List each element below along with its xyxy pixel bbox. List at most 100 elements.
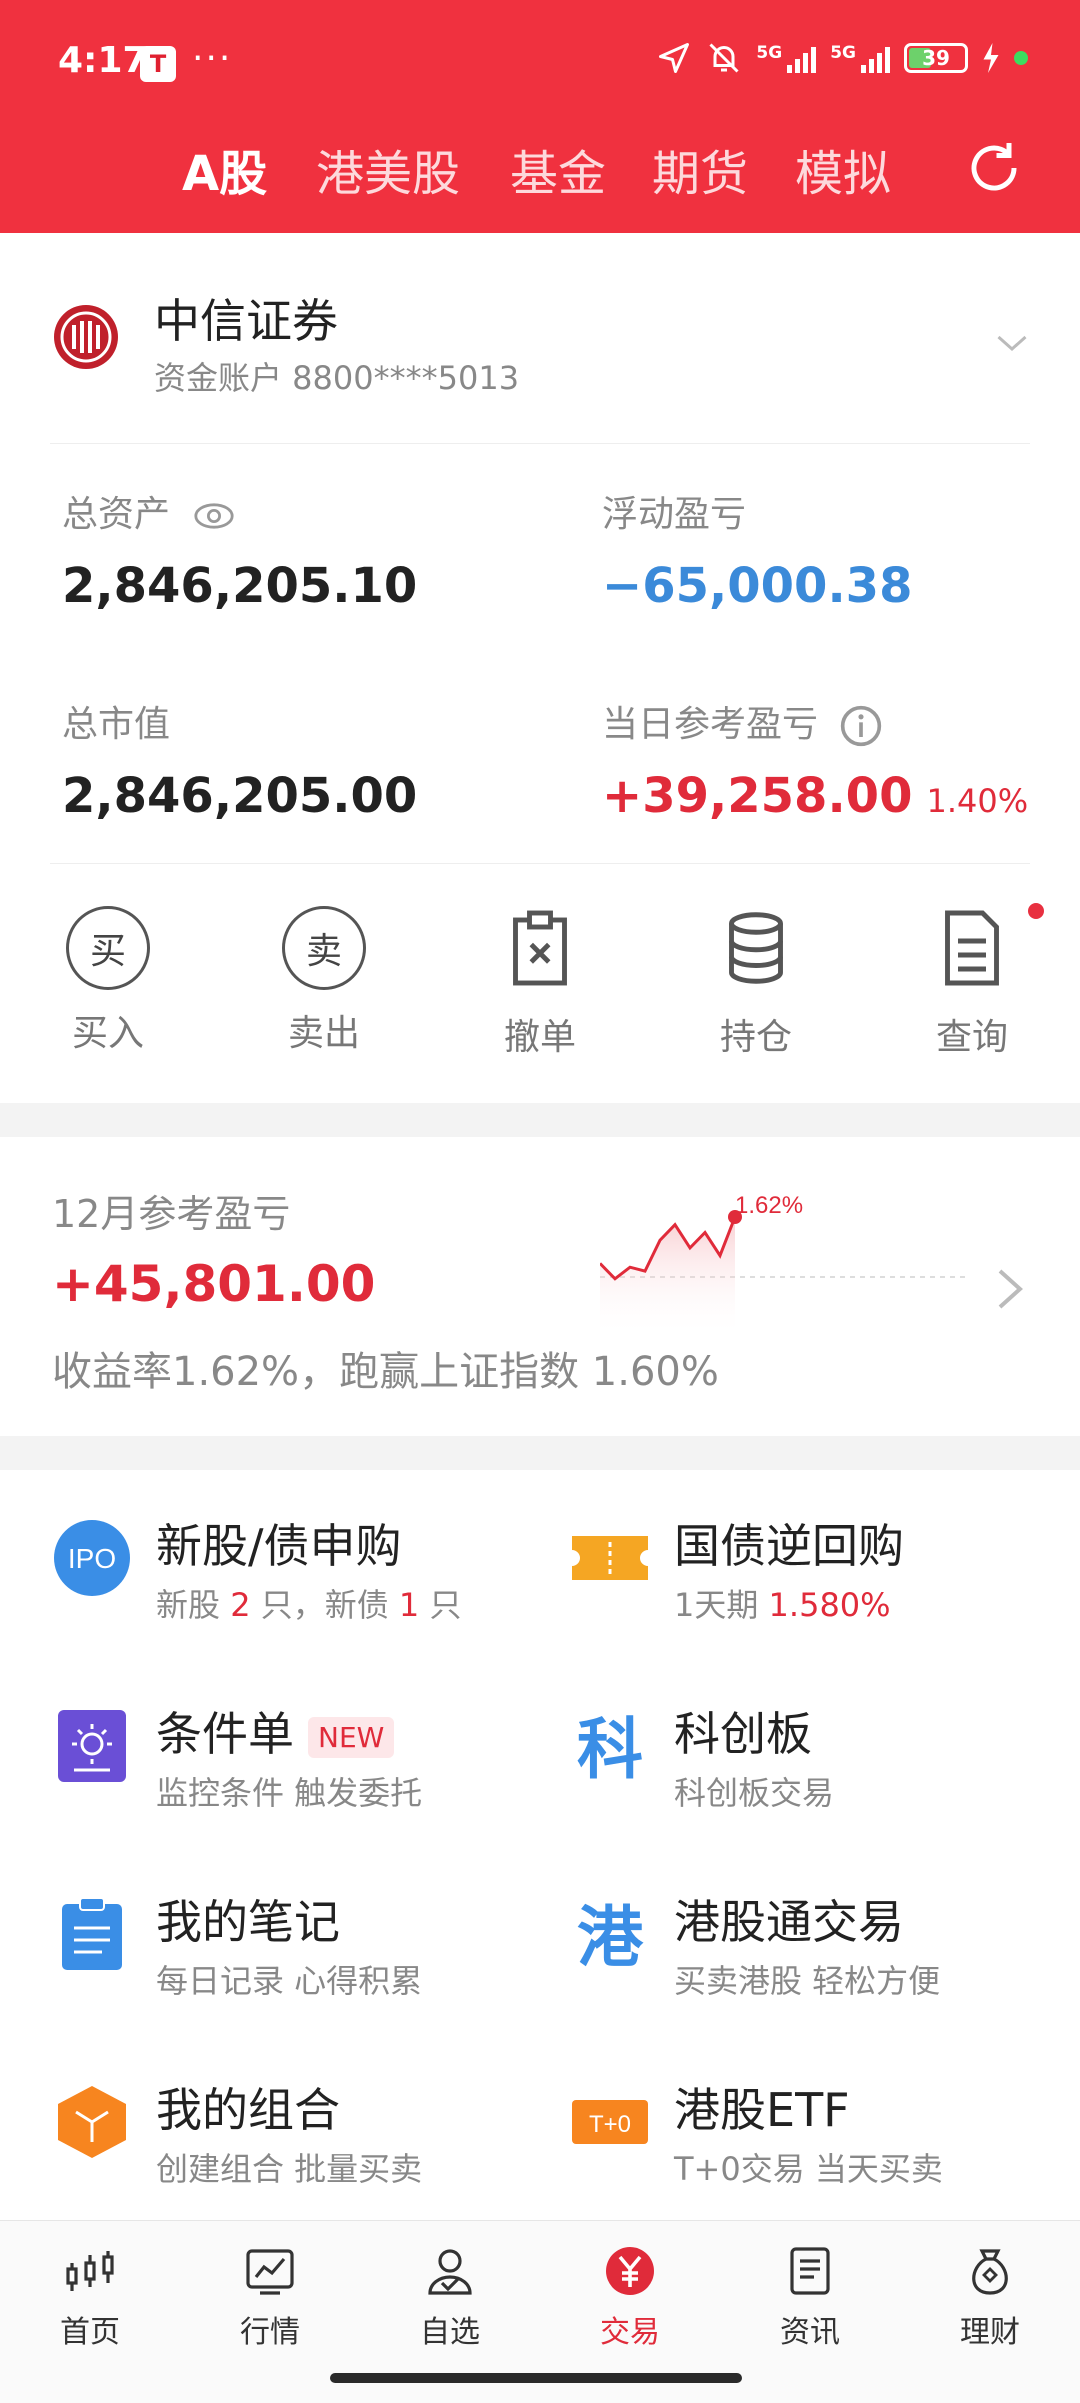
nav-home[interactable]: 首页 <box>30 2243 150 2351</box>
conditional-order[interactable]: 条件单 NEW 监控条件 触发委托 <box>52 1698 552 1858</box>
positions-button[interactable]: 持仓 <box>686 898 826 1060</box>
portfolio-sub: 创建组合 批量买卖 <box>156 2150 423 2188</box>
nav-trade-label: 交易 <box>600 2315 660 2350</box>
database-icon <box>729 912 783 984</box>
t0-icon: T+0 <box>572 2100 648 2144</box>
new-badge: NEW <box>308 1717 395 1758</box>
signal-5g-icon-2: 5G <box>830 43 890 73</box>
chart-icon <box>246 2249 294 2295</box>
market-value-value: 2,846,205.00 <box>62 768 418 824</box>
svg-text:T+0: T+0 <box>589 2111 631 2138</box>
star-market-icon: 科 <box>577 1711 643 1786</box>
chevron-down-icon[interactable] <box>994 325 1030 361</box>
notes-sub: 每日记录 心得积累 <box>156 1962 423 2000</box>
monthly-trend-chart: 1.62% <box>600 1192 965 1337</box>
ipo-subscription[interactable]: IPO 新股/债申购 新股 2 只，新债 1 只 <box>52 1510 552 1670</box>
candlestick-icon <box>66 2251 114 2291</box>
monthly-summary: 收益率1.62%，跑赢上证指数 1.60% <box>52 1349 719 1395</box>
person-check-icon <box>428 2249 472 2295</box>
charging-icon <box>983 43 999 73</box>
home-indicator[interactable] <box>330 2373 742 2383</box>
sell-button[interactable]: 卖 卖出 <box>254 898 394 1056</box>
hk-etf[interactable]: T+0 港股ETF T+0交易 当天买卖 <box>570 2074 1070 2234</box>
notes-title: 我的笔记 <box>156 1895 340 1949</box>
star-market[interactable]: 科 科创板 科创板交易 <box>570 1698 1070 1858</box>
nav-wealth[interactable]: 理财 <box>930 2243 1050 2351</box>
etf-sub: T+0交易 当天买卖 <box>674 2150 943 2188</box>
status-bar: 4:17 T ··· 5G 5G 39 <box>0 0 1080 128</box>
buy-icon: 买 <box>66 906 150 990</box>
monthly-title: 12月参考盈亏 <box>52 1192 291 1236</box>
status-time: 4:17 <box>58 40 148 81</box>
more-notifications-icon: ··· <box>192 38 233 79</box>
news-icon <box>790 2247 830 2295</box>
divider <box>50 863 1030 864</box>
buy-label: 买入 <box>71 1013 144 1054</box>
floating-pl-value: −65,000.38 <box>602 558 913 614</box>
reverse-repo[interactable]: 国债逆回购 1天期 1.580% <box>570 1510 1070 1670</box>
hk-connect-sub: 买卖港股 轻松方便 <box>674 1962 941 2000</box>
cube-icon <box>58 2086 126 2158</box>
ticket-icon <box>572 1536 648 1580</box>
nav-watchlist[interactable]: 自选 <box>390 2243 510 2351</box>
cancel-order-label: 撤单 <box>503 1017 576 1058</box>
daily-pl-value: +39,258.00 1.40% <box>602 768 1029 824</box>
mute-bell-icon <box>709 43 739 73</box>
broker-logo <box>54 305 118 369</box>
eye-icon[interactable] <box>193 502 235 530</box>
ipo-icon: IPO <box>54 1520 130 1596</box>
tab-simulation[interactable]: 模拟 <box>795 134 891 204</box>
refresh-icon[interactable] <box>964 138 1024 198</box>
privacy-dot-icon <box>1014 51 1028 65</box>
query-label: 查询 <box>935 1017 1008 1058</box>
sell-label: 卖出 <box>287 1013 360 1054</box>
nav-trade[interactable]: 交易 <box>570 2243 690 2351</box>
query-button[interactable]: 查询 <box>902 898 1042 1060</box>
monthly-pl-card[interactable]: 12月参考盈亏 +45,801.00 收益率1.62%，跑赢上证指数 1.60%… <box>0 1137 1080 1436</box>
my-notes[interactable]: 我的笔记 每日记录 心得积累 <box>52 1886 552 2046</box>
account-number: 资金账户 8800****5013 <box>154 359 520 397</box>
clipboard-x-icon <box>513 910 567 986</box>
floating-pl-label: 浮动盈亏 <box>602 494 747 535</box>
divider <box>50 443 1030 444</box>
daily-pl-percent: 1.40% <box>926 782 1029 820</box>
hk-connect[interactable]: 港 港股通交易 买卖港股 轻松方便 <box>570 1886 1070 2046</box>
tesla-app-icon: T <box>140 46 176 82</box>
info-icon[interactable] <box>839 704 883 748</box>
nav-market[interactable]: 行情 <box>210 2243 330 2351</box>
buy-button[interactable]: 买 买入 <box>38 898 178 1056</box>
document-icon <box>945 910 999 986</box>
clipboard-icon <box>62 1897 122 1970</box>
conditional-title: 条件单 NEW <box>156 1698 395 1764</box>
daily-pl-label: 当日参考盈亏 <box>602 695 883 748</box>
portfolio-title: 我的组合 <box>156 2083 340 2137</box>
repo-sub: 1天期 1.580% <box>674 1586 891 1624</box>
nav-watchlist-label: 自选 <box>420 2315 480 2350</box>
feature-grid: IPO 新股/债申购 新股 2 只，新债 1 只 国债逆回购 1天期 1.580… <box>0 1470 1080 2220</box>
repo-title: 国债逆回购 <box>674 1519 904 1573</box>
nav-news[interactable]: 资讯 <box>750 2243 870 2351</box>
signal-5g-icon: 5G <box>756 43 817 73</box>
tab-a-shares[interactable]: A股 <box>182 134 267 204</box>
money-bag-icon <box>972 2249 1008 2295</box>
tab-futures[interactable]: 期货 <box>652 134 748 204</box>
chart-label: 1.62% <box>735 1192 803 1219</box>
notification-dot <box>1028 903 1044 919</box>
chevron-right-icon[interactable] <box>996 1267 1024 1311</box>
broker-name[interactable]: 中信证券 <box>154 285 338 351</box>
market-value-label: 总市值 <box>62 704 171 745</box>
ipo-title: 新股/债申购 <box>156 1519 402 1573</box>
star-market-sub: 科创板交易 <box>674 1774 835 1812</box>
cancel-order-button[interactable]: 撤单 <box>470 898 610 1060</box>
status-icons: 5G 5G 39 <box>656 40 1028 76</box>
total-assets-value: 2,846,205.10 <box>62 558 418 614</box>
monthly-value: +45,801.00 <box>52 1255 376 1313</box>
ipo-sub: 新股 2 只，新债 1 只 <box>156 1586 462 1624</box>
my-portfolio[interactable]: 我的组合 创建组合 批量买卖 <box>52 2074 552 2234</box>
tab-funds[interactable]: 基金 <box>510 134 606 204</box>
trading-page: 4:17 T ··· 5G 5G 39 A股 港美股 基金 期货 模拟 中信证券… <box>0 0 1080 2403</box>
tab-hk-us[interactable]: 港美股 <box>316 134 460 204</box>
nav-market-label: 行情 <box>240 2315 300 2350</box>
conditional-sub: 监控条件 触发委托 <box>156 1774 423 1812</box>
sell-icon: 卖 <box>282 906 366 990</box>
